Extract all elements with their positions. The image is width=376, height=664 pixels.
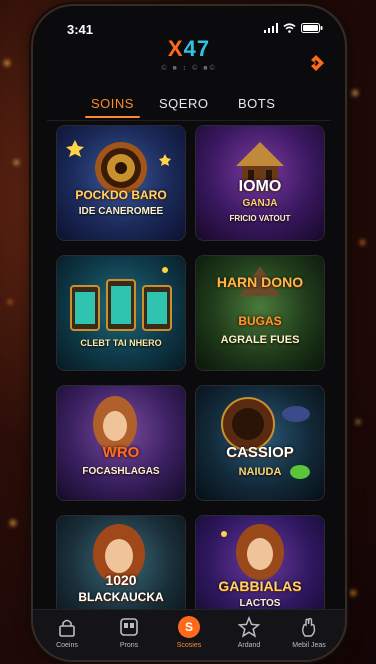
tab-soins[interactable]: SOINS	[85, 96, 140, 118]
share-icon[interactable]	[307, 54, 325, 72]
nav-item-prons[interactable]: Prons	[101, 616, 157, 649]
casino-chip-icon: S	[178, 616, 200, 638]
game-title: HARN DONO	[216, 274, 304, 290]
game-caption: AGRALE FUES	[220, 334, 300, 346]
game-title: CASSIOP	[226, 444, 294, 461]
nav-item-coeins[interactable]: Coeins	[39, 616, 95, 649]
tab-label: SQERO	[159, 96, 209, 111]
nav-label: Ardand	[237, 642, 261, 649]
game-card[interactable]: POCKDO BARO IDE CANEROMEE	[57, 126, 185, 240]
logo-number: 47	[183, 36, 211, 61]
nav-item-ardand[interactable]: Ardand	[221, 616, 277, 649]
slot-machine-icon	[120, 618, 138, 636]
roulette-icon	[221, 397, 310, 479]
tabs-divider	[47, 120, 331, 121]
star-icon	[238, 616, 260, 638]
game-subtitle: NAIUDA	[238, 466, 282, 478]
game-card[interactable]: 1020 BLACKAUCKA	[57, 516, 185, 614]
game-subtitle: GANJA	[242, 198, 278, 209]
nav-label: Prons	[119, 642, 139, 649]
nav-item-mebil-jeas[interactable]: Mebil Jeas	[281, 616, 337, 649]
game-card[interactable]: HARN DONO BUGAS AGRALE FUES	[196, 256, 324, 370]
hand-icon	[302, 617, 316, 637]
portrait-icon	[93, 396, 137, 452]
wheel-icon	[66, 140, 171, 194]
phone-screen: 3:41 X47 © ■ ↕ © ■© SOINS SQERO BOTS POC…	[33, 6, 345, 660]
nav-label: Coeins	[56, 642, 78, 649]
game-card[interactable]: CLEBT TAI NHERO	[57, 256, 185, 370]
logo-tagline: © ■ ↕ © ■©	[161, 65, 217, 72]
battery-icon	[301, 23, 323, 33]
wifi-icon	[283, 23, 296, 33]
tab-label: SOINS	[91, 96, 134, 111]
game-subtitle: BUGAS	[238, 314, 282, 328]
game-subtitle: BLACKAUCKA	[78, 590, 164, 604]
slot-reels-icon	[70, 267, 172, 331]
game-card[interactable]: IOMO GANJA FRICIO VATOUT	[196, 126, 324, 240]
game-subtitle: CLEBT TAI NHERO	[80, 338, 162, 348]
game-subtitle: FOCASHLAGAS	[82, 466, 160, 477]
game-card[interactable]: GABBIALAS LACTOS	[196, 516, 324, 614]
game-title: GABBIALAS	[218, 578, 302, 594]
active-tab-indicator	[85, 116, 140, 118]
category-tabs: SOINS SQERO BOTS	[33, 88, 345, 120]
game-title: IOMO	[238, 178, 282, 195]
game-card[interactable]: WRO FOCASHLAGAS	[57, 386, 185, 500]
nav-label: Scosies	[176, 642, 202, 649]
game-subtitle: IDE CANEROMEE	[78, 206, 164, 217]
game-grid: POCKDO BARO IDE CANEROMEE IOMO GANJA FRI…	[47, 122, 331, 614]
nav-item-scosies[interactable]: S Scosies	[161, 616, 217, 649]
bottom-nav: Coeins Prons S Scosies Ardand Mebil Jeas	[33, 609, 345, 660]
game-title: POCKDO BARO	[75, 188, 167, 202]
game-card[interactable]: CASSIOP NAIUDA	[196, 386, 324, 500]
game-title: WRO	[102, 444, 140, 461]
lock-icon	[59, 619, 75, 637]
game-caption: FRICIO VATOUT	[229, 214, 291, 223]
tab-label: BOTS	[238, 96, 276, 111]
game-title: 1020	[105, 572, 137, 588]
signal-icon	[264, 23, 278, 33]
game-subtitle: LACTOS	[239, 598, 281, 609]
app-logo: X47	[33, 36, 345, 62]
tab-bots[interactable]: BOTS	[238, 96, 275, 111]
status-icons	[264, 23, 323, 33]
logo-x: X	[167, 36, 184, 61]
nav-label: Mebil Jeas	[292, 642, 326, 649]
status-time: 3:41	[67, 22, 94, 37]
tab-sqero[interactable]: SQERO	[159, 96, 208, 111]
